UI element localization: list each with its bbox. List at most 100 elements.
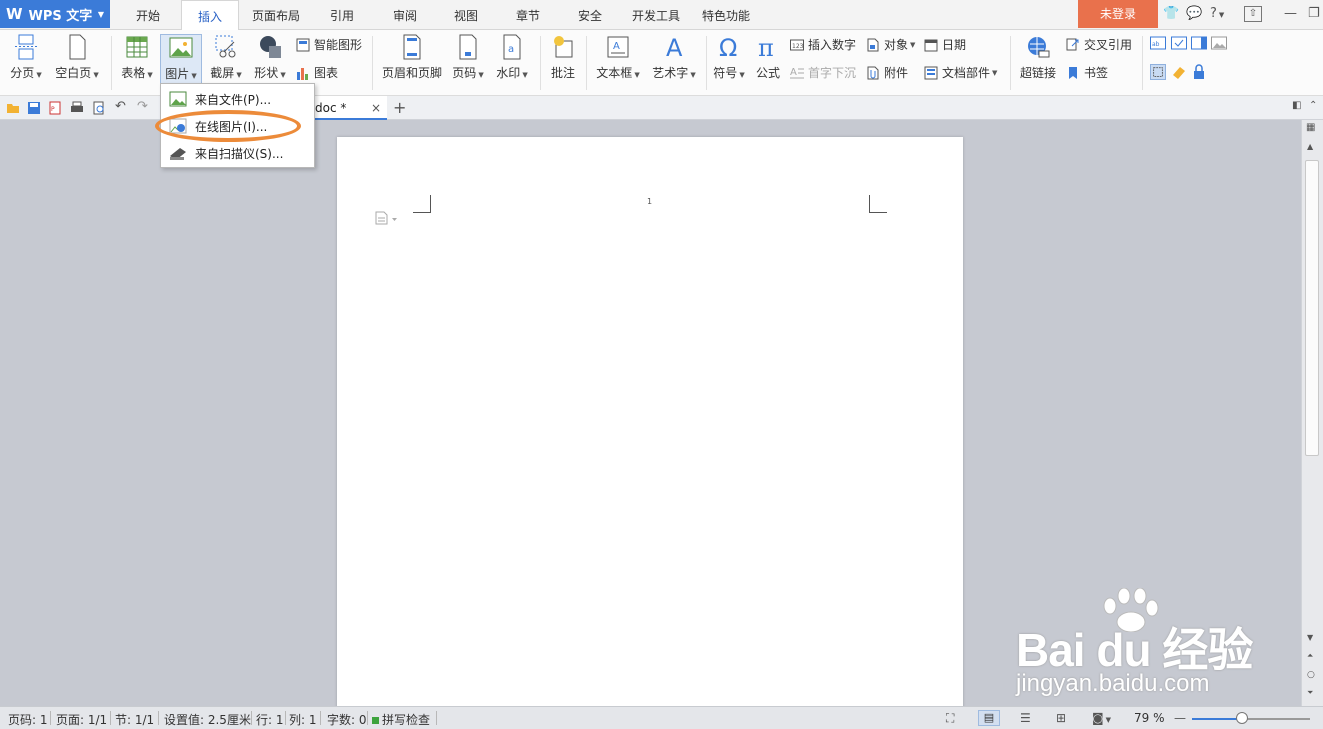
smart-art-button[interactable]: 智能图形 — [296, 36, 362, 53]
textbox-button[interactable]: A 文本框 ▼ — [594, 34, 642, 81]
symbol-button[interactable]: Ω 符号 ▼ — [711, 34, 747, 81]
vertical-scrollbar[interactable]: ▦ ▲ ▼ ⏶ ○ ⏷ — [1301, 120, 1323, 706]
undo-icon[interactable]: ↶ — [115, 99, 129, 114]
ruler-toggle-icon[interactable]: ▦ — [1306, 122, 1315, 133]
zoom-slider-handle[interactable] — [1236, 712, 1248, 724]
help-label: ? — [1210, 6, 1217, 21]
ribbon-separator — [111, 36, 112, 90]
scroll-up-icon[interactable]: ▲ — [1307, 142, 1313, 151]
checkbox-control-icon[interactable] — [1171, 36, 1187, 50]
previous-page-icon[interactable]: ⏶ — [1307, 651, 1313, 661]
sidebar-toggle-icon[interactable]: ◧ — [1292, 100, 1306, 114]
status-separator — [285, 711, 286, 725]
tab-insert[interactable]: 插入 — [181, 0, 239, 31]
scroll-down-icon[interactable]: ▼ — [1307, 633, 1313, 642]
lock-icon[interactable] — [1191, 64, 1207, 80]
print-icon[interactable] — [70, 101, 84, 115]
status-separator — [110, 711, 111, 725]
eraser-icon[interactable] — [1171, 64, 1187, 80]
picture-file-icon — [169, 91, 187, 107]
chart-button[interactable]: 图表 — [296, 64, 338, 81]
tab-home[interactable]: 开始 — [118, 0, 178, 30]
zoom-slider-track[interactable] — [1192, 712, 1310, 724]
status-section[interactable]: 节: 1/1 — [115, 711, 154, 728]
screenshot-button[interactable]: 截屏 ▼ — [206, 34, 246, 81]
select-browse-object-icon[interactable]: ○ — [1307, 670, 1315, 680]
tab-chapter[interactable]: 章节 — [498, 0, 558, 30]
tab-security[interactable]: 安全 — [560, 0, 620, 30]
dropdown-control-icon[interactable] — [1191, 36, 1207, 50]
header-footer-label: 页眉和页脚 — [381, 66, 442, 80]
object-button[interactable]: 对象 ▼ — [866, 36, 915, 53]
header-footer-button[interactable]: 页眉和页脚 — [380, 34, 444, 81]
design-mode-icon[interactable] — [1150, 64, 1166, 80]
save-icon[interactable] — [27, 101, 41, 115]
zoom-level[interactable]: 79 % — [1134, 711, 1165, 725]
open-folder-icon[interactable] — [6, 101, 20, 115]
menu-item-from-file[interactable]: 来自文件(P)... — [161, 86, 314, 112]
picture-button[interactable]: 图片 ▼ — [160, 34, 202, 84]
bookmark-button[interactable]: 书签 — [1066, 64, 1108, 81]
menu-item-from-scanner[interactable]: 来自扫描仪(S)... — [161, 140, 314, 166]
web-view-icon[interactable]: ⊞ — [1056, 711, 1066, 725]
login-button[interactable]: 未登录 — [1078, 0, 1158, 28]
tab-page-layout[interactable]: 页面布局 — [244, 0, 308, 30]
watermark-button[interactable]: a 水印 ▼ — [492, 34, 532, 81]
zoom-out-icon[interactable]: — — [1174, 711, 1186, 725]
status-page[interactable]: 页面: 1/1 — [56, 711, 107, 728]
blank-page-button[interactable]: 空白页 ▼ — [52, 34, 102, 81]
help-button[interactable]: ? ▼ — [1210, 6, 1224, 21]
wordart-button[interactable]: A 艺术字 ▼ — [650, 34, 698, 81]
export-pdf-icon[interactable]: P — [48, 101, 62, 115]
page-break-button[interactable]: 分页 ▼ — [8, 34, 44, 81]
outline-view-icon[interactable]: ☰ — [1020, 711, 1031, 725]
tab-dev-tools[interactable]: 开发工具 — [624, 0, 688, 30]
comment-button[interactable]: 批注 — [546, 34, 580, 81]
tab-view[interactable]: 视图 — [436, 0, 496, 30]
close-icon[interactable]: × — [371, 96, 381, 120]
insert-number-button[interactable]: 123 插入数字 — [790, 36, 856, 53]
new-tab-plus-icon[interactable]: + — [393, 98, 406, 117]
upload-icon[interactable]: ⇧ — [1244, 6, 1262, 22]
page-view-icon[interactable]: ▤ — [978, 710, 1000, 726]
cross-ref-button[interactable]: 交叉引用 — [1066, 36, 1132, 53]
text-field-icon[interactable]: ab — [1150, 36, 1166, 50]
print-preview-icon[interactable] — [92, 101, 106, 115]
attachment-button[interactable]: 附件 — [866, 64, 908, 81]
tab-special-features[interactable]: 特色功能 — [694, 0, 758, 30]
restore-icon[interactable]: ❐ — [1308, 6, 1320, 21]
reading-view-icon[interactable]: ◙ ▼ — [1092, 711, 1111, 725]
page-number-marker: 1 — [647, 197, 653, 206]
page-number-button[interactable]: 页码 ▼ — [448, 34, 488, 81]
document-tab[interactable]: doc * × — [305, 96, 387, 120]
menu-item-from-scanner-label: 来自扫描仪(S)... — [195, 146, 284, 161]
minimize-icon[interactable]: — — [1284, 6, 1297, 21]
drop-cap-button[interactable]: A 首字下沉 — [790, 64, 856, 81]
tab-review[interactable]: 审阅 — [375, 0, 435, 30]
image-control-icon[interactable] — [1211, 36, 1227, 50]
shape-button[interactable]: 形状 ▼ — [250, 34, 290, 81]
redo-icon[interactable]: ↷ — [137, 99, 151, 114]
hyperlink-button[interactable]: 超链接 — [1016, 34, 1060, 81]
chat-icon[interactable]: 💬 — [1186, 6, 1202, 21]
doc-parts-button[interactable]: 文档部件 ▼ — [924, 64, 997, 81]
tab-references[interactable]: 引用 — [312, 0, 372, 30]
collapse-ribbon-icon[interactable]: ⌃ — [1309, 100, 1323, 114]
spell-check-button[interactable]: 拼写检查 — [372, 711, 430, 728]
app-menu-button[interactable]: W WPS 文字 ▼ — [0, 0, 110, 28]
drop-cap-icon: A — [790, 67, 804, 78]
formula-button[interactable]: π 公式 — [753, 34, 783, 81]
status-word-count[interactable]: 字数: 0 — [327, 711, 367, 728]
paragraph-layout-icon[interactable] — [375, 211, 399, 225]
fullscreen-icon[interactable]: ⛶ — [946, 711, 954, 726]
date-button[interactable]: 日期 — [924, 36, 966, 53]
document-page[interactable]: 1 — [337, 137, 963, 709]
scroll-thumb[interactable] — [1305, 160, 1319, 456]
status-page-code[interactable]: 页码: 1 — [8, 711, 48, 728]
comment-label: 批注 — [550, 66, 575, 80]
blank-page-label: 空白页 — [55, 66, 92, 80]
status-setting[interactable]: 设置值: 2.5厘米 — [164, 711, 251, 728]
skin-shirt-icon[interactable]: 👕 — [1163, 6, 1179, 21]
table-button[interactable]: 表格 ▼ — [118, 34, 156, 81]
next-page-icon[interactable]: ⏷ — [1307, 688, 1313, 698]
